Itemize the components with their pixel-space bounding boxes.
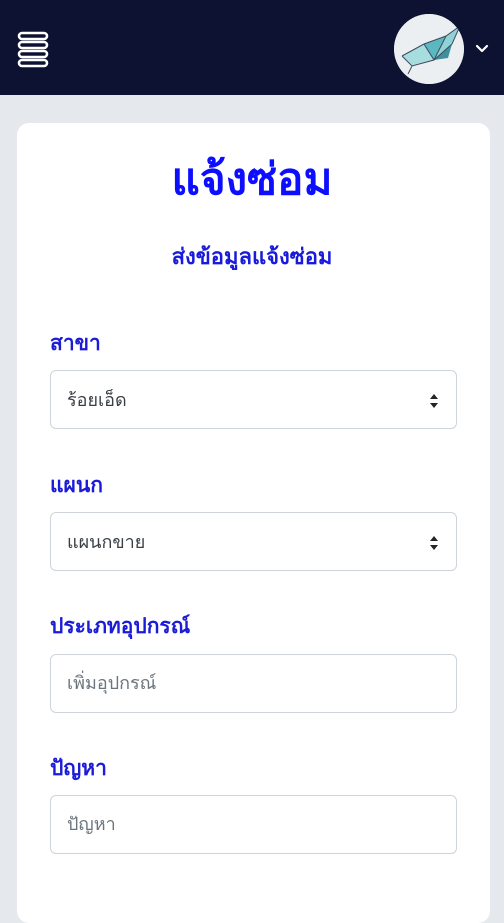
- device-type-input[interactable]: [50, 654, 457, 713]
- avatar: [394, 14, 464, 84]
- chevron-down-icon: [475, 44, 489, 53]
- page-title: แจ้งซ่อม: [171, 154, 333, 205]
- menu-toggle-button[interactable]: [16, 30, 52, 68]
- top-navbar: [0, 0, 504, 95]
- user-menu-toggle[interactable]: [394, 14, 494, 84]
- device-type-label: ประเภทอุปกรณ์: [50, 614, 191, 638]
- form-subtitle: ส่งข้อมูลแจ้งซ่อม: [171, 245, 333, 270]
- hamburger-menu-icon: [17, 31, 49, 68]
- department-label: แผนก: [50, 473, 103, 497]
- select-arrows-icon: [430, 536, 438, 550]
- branch-label: สาขา: [50, 331, 101, 355]
- problem-label: ปัญหา: [50, 756, 107, 780]
- department-select-value: แผนกขาย: [67, 532, 146, 553]
- problem-input[interactable]: [50, 795, 457, 854]
- branch-select-value: ร้อยเอ็ด: [67, 390, 127, 411]
- department-select[interactable]: แผนกขาย: [50, 512, 457, 571]
- branch-select[interactable]: ร้อยเอ็ด: [50, 370, 457, 429]
- origami-bird-logo-icon: [394, 14, 464, 84]
- select-arrows-icon: [430, 394, 438, 408]
